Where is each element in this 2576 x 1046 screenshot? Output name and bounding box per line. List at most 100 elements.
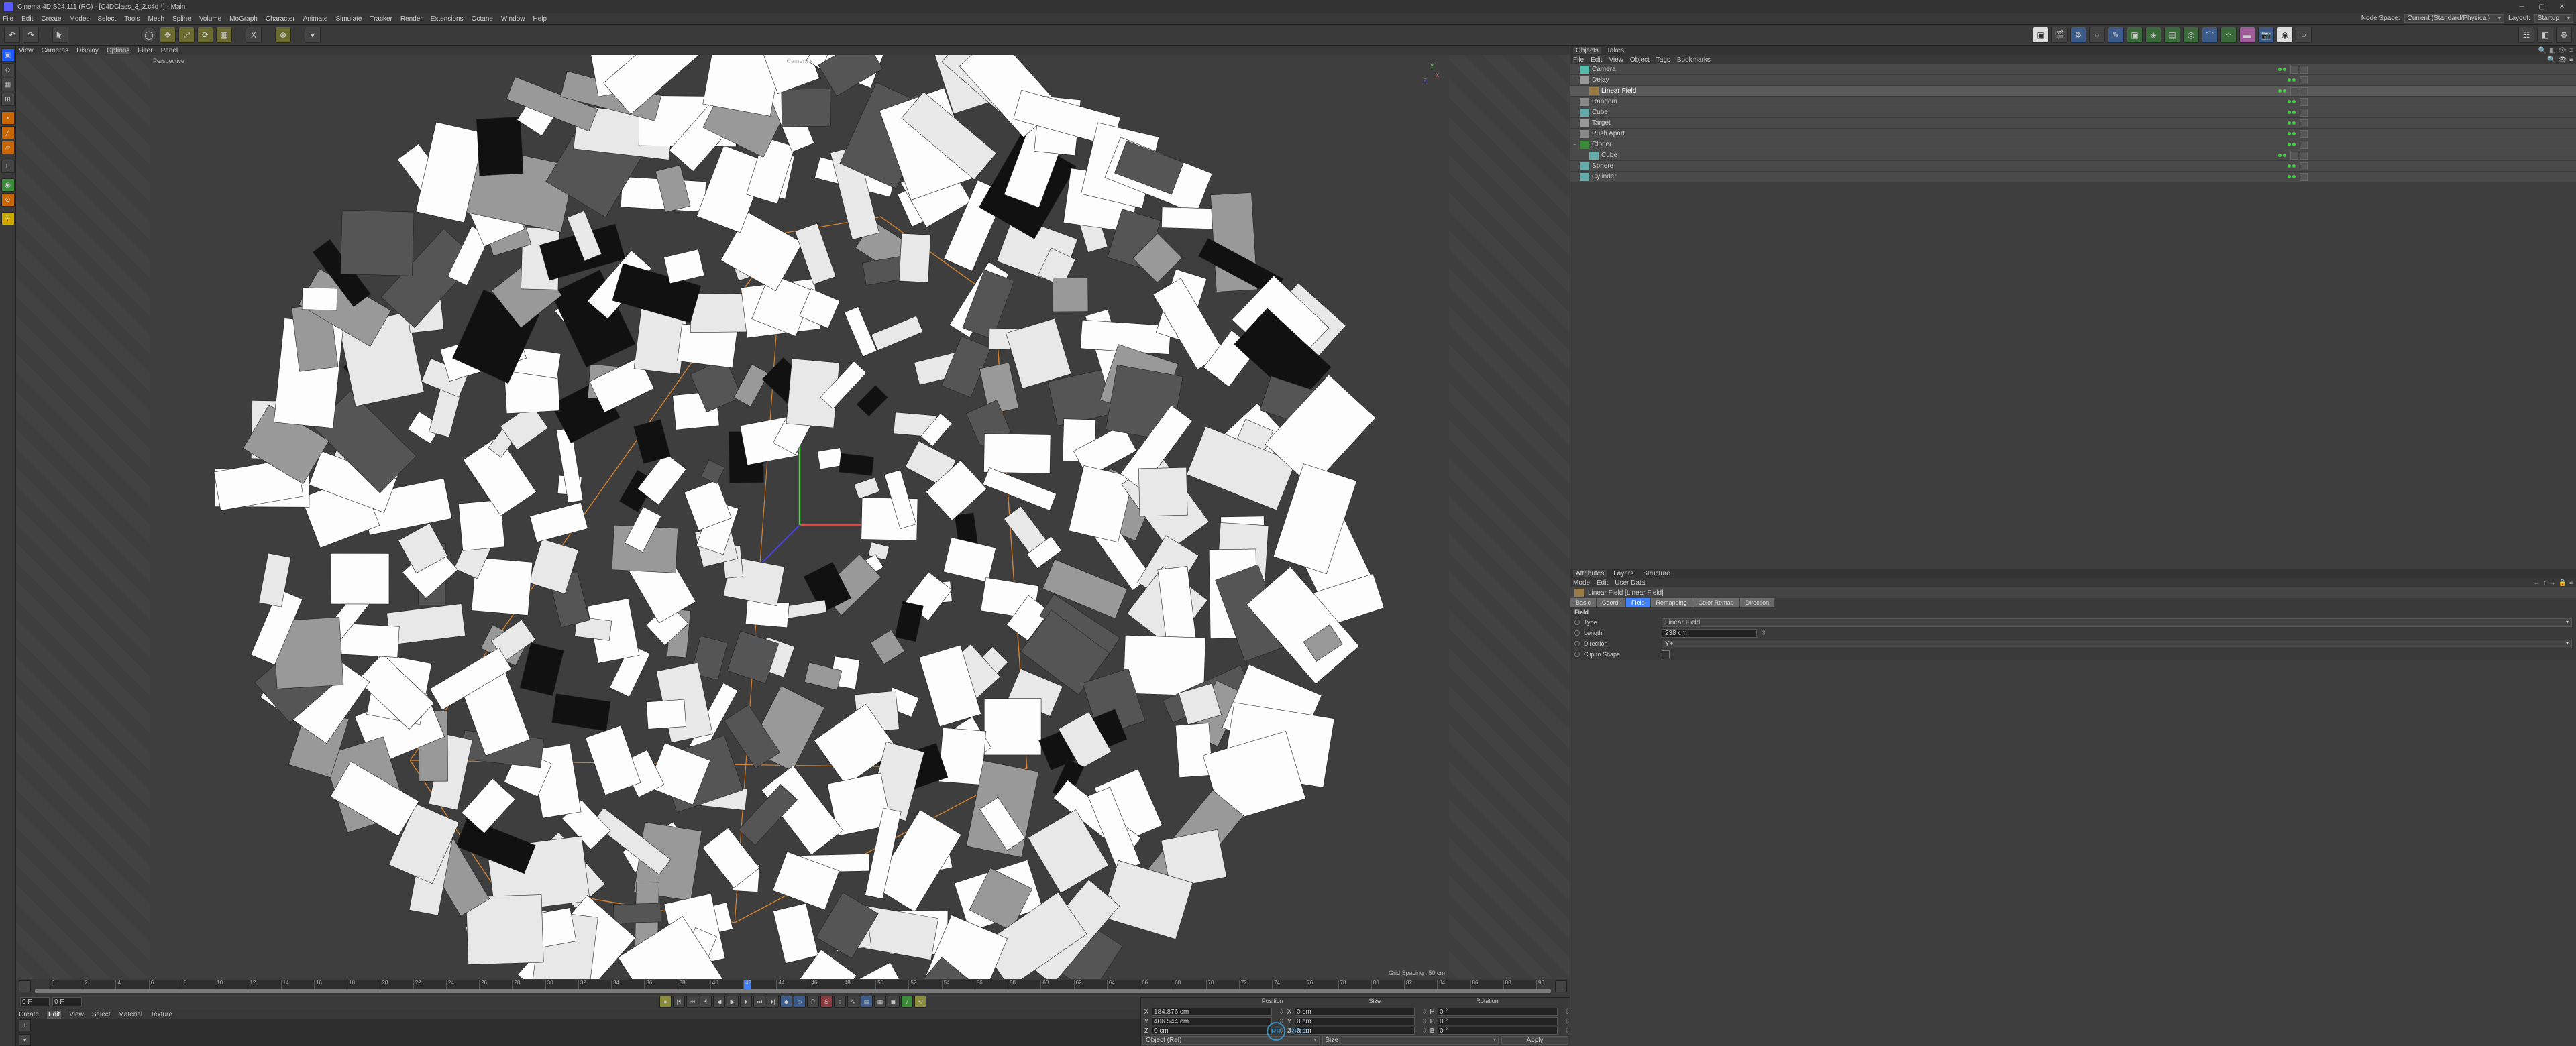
attr-tab-coord[interactable]: Coord. (1597, 598, 1626, 607)
poly-mode[interactable]: ▱ (1, 141, 15, 154)
viewmenu-view[interactable]: View (19, 47, 34, 54)
pos-Z[interactable] (1152, 1027, 1272, 1035)
move-tool[interactable]: ✥ (160, 27, 176, 43)
objrow-delay[interactable]: −Delay (1570, 75, 2576, 86)
prev-frame[interactable]: ⏴ (700, 996, 712, 1008)
rot-H[interactable] (1438, 1008, 1558, 1016)
panel-eye-icon[interactable]: 👁 (2558, 47, 2567, 54)
motion-clip[interactable]: ▣ (888, 996, 900, 1008)
om-menu-object[interactable]: Object (1630, 56, 1650, 64)
window-maximize[interactable]: ▢ (2532, 0, 2552, 13)
menu-render[interactable]: Render (400, 15, 423, 23)
viewmenu-filter[interactable]: Filter (138, 47, 152, 54)
tag-icon[interactable] (2300, 87, 2308, 95)
objrow-cube[interactable]: Cube (1570, 107, 2576, 118)
tag-icon[interactable] (2300, 130, 2308, 138)
objrow-push-apart[interactable]: Push Apart (1570, 129, 2576, 139)
attr-direction-combo[interactable]: Y+ (1662, 640, 2572, 648)
viewmenu-options[interactable]: Options (107, 47, 129, 54)
asset-browser[interactable]: ☷ (2518, 27, 2534, 43)
coord-sys[interactable]: ⊕ (275, 27, 291, 43)
visibility-dots[interactable] (2288, 132, 2296, 135)
menu-character[interactable]: Character (266, 15, 295, 23)
menu-select[interactable]: Select (97, 15, 116, 23)
objrow-random[interactable]: Random (1570, 97, 2576, 107)
objrow-cube[interactable]: Cube (1570, 150, 2576, 161)
content-browser[interactable]: ◧ (2537, 27, 2553, 43)
rot-B[interactable] (1438, 1027, 1558, 1035)
om-menu-view[interactable]: View (1609, 56, 1623, 64)
size-Y[interactable] (1295, 1017, 1415, 1025)
cloner-btn[interactable]: ⁘ (2220, 27, 2237, 43)
menu-modes[interactable]: Modes (69, 15, 89, 23)
matmenu-select[interactable]: Select (92, 1011, 111, 1019)
objrow-target[interactable]: Target (1570, 118, 2576, 129)
matmenu-create[interactable]: Create (19, 1011, 39, 1019)
rotate-tool[interactable]: ⟳ (197, 27, 213, 43)
undo-button[interactable]: ↶ (4, 27, 20, 43)
visibility-dots[interactable] (2288, 111, 2296, 114)
floor[interactable]: ▬ (2239, 27, 2255, 43)
visibility-dots[interactable] (2278, 154, 2286, 157)
tag-icon[interactable] (2300, 76, 2308, 84)
tab-attributes[interactable]: Attributes (1573, 570, 1607, 577)
menu-help[interactable]: Help (533, 15, 547, 23)
next-key[interactable]: ⏭ (753, 996, 765, 1008)
record-key[interactable]: ◆ (780, 996, 792, 1008)
key-pla[interactable]: ▤ (861, 996, 873, 1008)
boole[interactable]: ◎ (2183, 27, 2199, 43)
anim-dot-icon[interactable] (1574, 630, 1580, 636)
attr-clip to shape-checkbox[interactable] (1662, 650, 1670, 658)
start-frame-field[interactable] (20, 997, 50, 1006)
menu-window[interactable]: Window (501, 15, 525, 23)
bend[interactable]: ⌒ (2202, 27, 2218, 43)
nav-gizmo[interactable]: X Y Z (1417, 59, 1444, 86)
tab-objects[interactable]: Objects (1573, 47, 1601, 54)
live-select-tool[interactable]: ◯ (141, 27, 157, 43)
play-back[interactable]: ◀ (713, 996, 725, 1008)
key-pos[interactable]: P (807, 996, 819, 1008)
tag-icon[interactable] (2290, 66, 2298, 74)
node-space-combo[interactable]: Current (Standard/Physical) (2404, 14, 2504, 23)
visibility-dots[interactable] (2288, 121, 2296, 125)
last-tool[interactable]: ▦ (216, 27, 232, 43)
attr-back-icon[interactable]: ← (2534, 579, 2540, 587)
menu-file[interactable]: File (3, 15, 13, 23)
null-obj[interactable]: ◌ (2089, 27, 2105, 43)
viewmenu-cameras[interactable]: Cameras (42, 47, 69, 54)
viewport-solo[interactable]: ◉ (1, 178, 15, 192)
attr-tab-colorremap[interactable]: Color Remap (1693, 598, 1740, 607)
goto-end[interactable]: ⏵| (767, 996, 779, 1008)
attr-menu-userdata[interactable]: User Data (1615, 579, 1645, 587)
visibility-dots[interactable] (2288, 78, 2296, 82)
key-end[interactable] (1555, 980, 1567, 992)
matmenu-view[interactable]: View (69, 1011, 84, 1019)
om-eye-icon[interactable]: 👁 (2558, 56, 2567, 64)
null-btn[interactable]: ○ (2296, 27, 2312, 43)
tag-icon[interactable] (2300, 141, 2308, 149)
menu-simulate[interactable]: Simulate (335, 15, 362, 23)
objrow-camera[interactable]: Camera (1570, 64, 2576, 75)
attr-tab-remapping[interactable]: Remapping (1651, 598, 1693, 607)
attr-length-input[interactable] (1662, 629, 1757, 638)
key-scale[interactable]: S (820, 996, 833, 1008)
menu-tracker[interactable]: Tracker (370, 15, 392, 23)
menu-mesh[interactable]: Mesh (148, 15, 164, 23)
tag-icon[interactable] (2300, 66, 2308, 74)
attr-tab-basic[interactable]: Basic (1570, 598, 1597, 607)
menu-extensions[interactable]: Extensions (431, 15, 464, 23)
tab-layers[interactable]: Layers (1611, 570, 1636, 577)
om-menu-file[interactable]: File (1573, 56, 1584, 64)
point-level-anim[interactable]: ▦ (874, 996, 886, 1008)
visibility-dots[interactable] (2288, 100, 2296, 103)
redo-button[interactable]: ↷ (23, 27, 39, 43)
camera-label[interactable]: Camera ▾ (786, 58, 812, 65)
history-dropdown[interactable]: ▾ (305, 27, 321, 43)
viewmenu-display[interactable]: Display (76, 47, 99, 54)
render-pv[interactable]: 🎬 (2051, 27, 2068, 43)
texture-mode[interactable]: ▦ (1, 78, 15, 91)
tag-icon[interactable] (2300, 119, 2308, 127)
key-param[interactable]: ∿ (847, 996, 859, 1008)
matmenu-edit[interactable]: Edit (47, 1011, 61, 1019)
goto-start[interactable]: |⏴ (673, 996, 685, 1008)
